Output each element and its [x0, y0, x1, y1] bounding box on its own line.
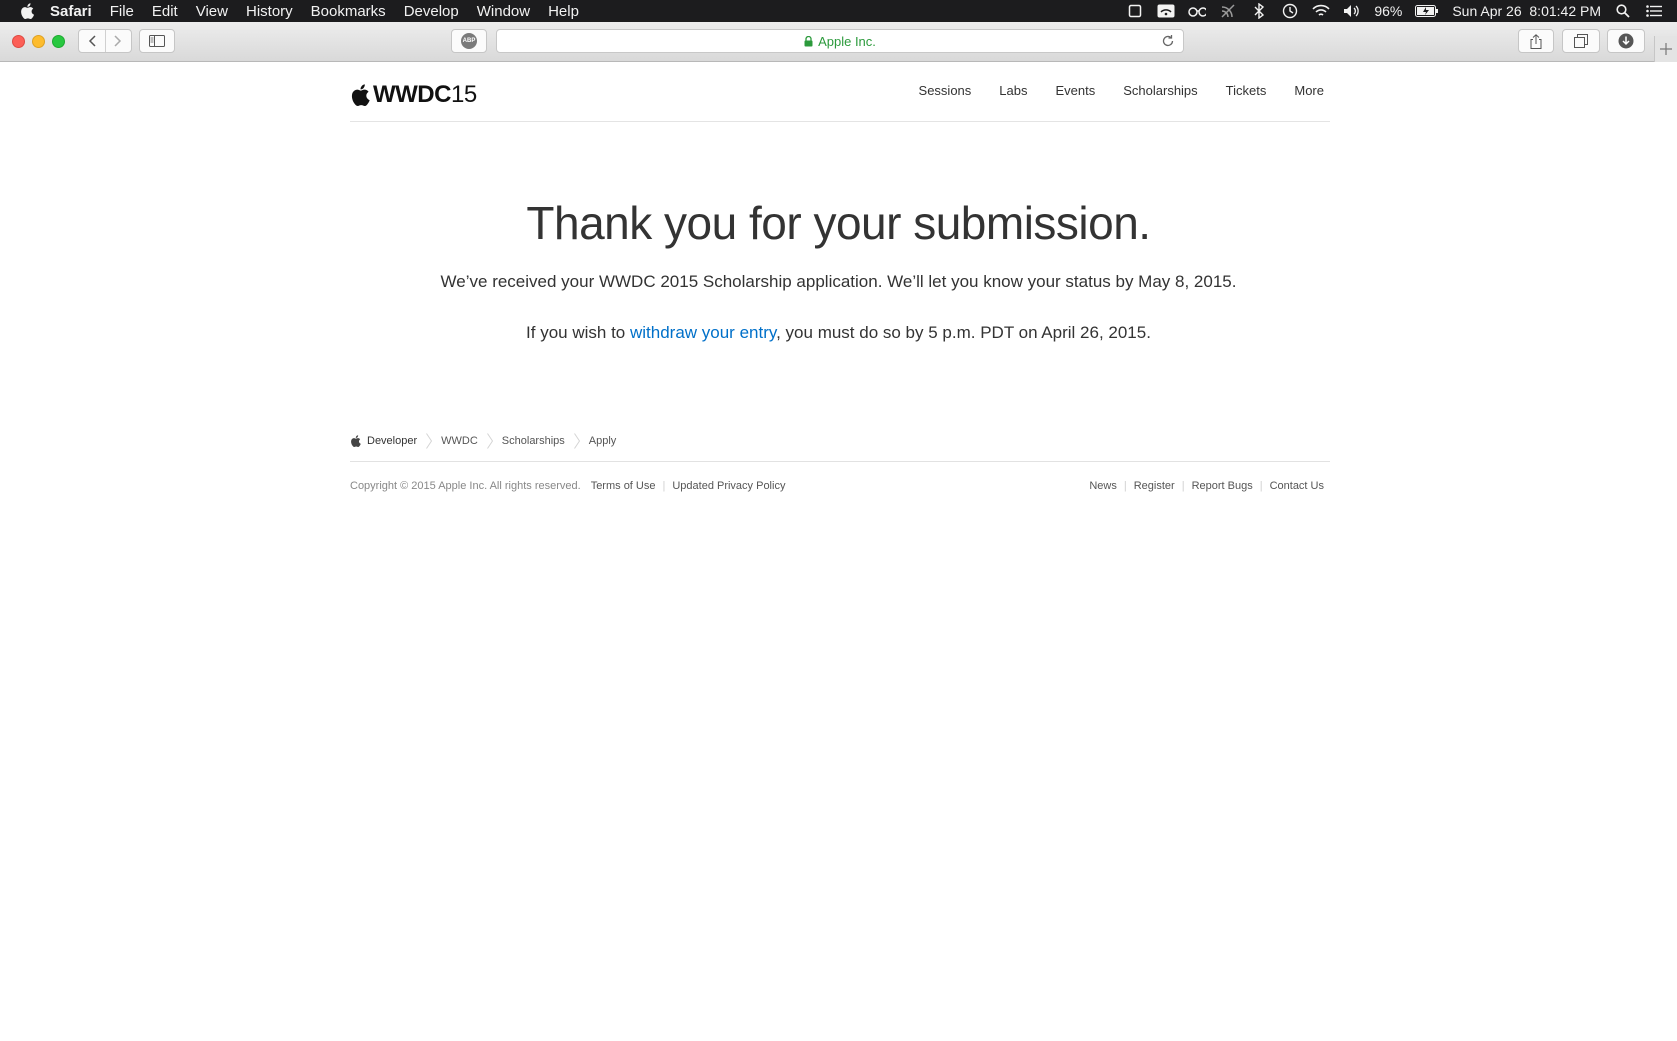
glasses-icon[interactable] — [1188, 3, 1207, 19]
new-tab-button[interactable] — [1654, 36, 1677, 62]
nav-scholarships[interactable]: Scholarships — [1123, 83, 1197, 98]
breadcrumb-developer[interactable]: Developer — [350, 435, 417, 447]
downloads-button[interactable] — [1607, 29, 1645, 53]
breadcrumb-label: Scholarships — [501, 434, 565, 447]
apple-logo-icon — [351, 84, 370, 106]
download-icon — [1618, 33, 1634, 49]
withdraw-text-after: , you must do so by 5 p.m. PDT on April … — [776, 323, 1151, 342]
sidebar-toggle-button[interactable] — [139, 29, 175, 53]
site-nav: Sessions Labs Events Scholarships Ticket… — [891, 83, 1324, 98]
breadcrumb: Developer WWDC Scholarships Apply — [350, 422, 1330, 462]
chevron-right-icon — [426, 432, 433, 449]
volume-icon[interactable] — [1343, 3, 1361, 19]
time-machine-icon[interactable] — [1281, 3, 1299, 19]
terms-of-use-link[interactable]: Terms of Use — [591, 480, 656, 492]
adblock-icon: ABP — [461, 33, 477, 49]
spotlight-search-icon[interactable] — [1614, 3, 1632, 19]
address-bar[interactable]: Apple Inc. — [496, 29, 1184, 53]
page-title: Thank you for your submission. — [526, 197, 1151, 249]
airdrop-icon[interactable] — [1219, 3, 1237, 19]
breadcrumb-label: Apply — [588, 434, 617, 447]
chevron-right-icon — [486, 432, 493, 449]
contact-us-link[interactable]: Contact Us — [1270, 480, 1324, 492]
news-link[interactable]: News — [1089, 480, 1117, 492]
menu-app-safari[interactable]: Safari — [50, 3, 92, 20]
menu-edit[interactable]: Edit — [152, 3, 178, 20]
wifi-sync-icon[interactable] — [1157, 3, 1175, 19]
breadcrumb-label: WWDC — [441, 434, 478, 447]
menu-window[interactable]: Window — [477, 3, 530, 20]
confirmation-message: We’ve received your WWDC 2015 Scholarshi… — [440, 272, 1237, 291]
withdraw-entry-link[interactable]: withdraw your entry — [630, 323, 776, 342]
nav-labs[interactable]: Labs — [999, 83, 1027, 98]
nav-tickets[interactable]: Tickets — [1226, 83, 1267, 98]
history-nav — [78, 29, 132, 53]
apple-menu-icon[interactable] — [16, 0, 38, 22]
chevron-right-icon — [114, 35, 122, 47]
breadcrumb-label: Developer — [367, 434, 418, 447]
reload-icon[interactable] — [1161, 34, 1175, 48]
back-button[interactable] — [79, 30, 105, 52]
withdraw-text-before: If you wish to — [526, 323, 630, 342]
divider: | — [1259, 480, 1263, 492]
register-link[interactable]: Register — [1134, 480, 1175, 492]
forward-button[interactable] — [104, 30, 132, 52]
battery-icon[interactable] — [1415, 3, 1439, 19]
share-icon — [1530, 33, 1542, 49]
chevron-right-icon — [573, 432, 580, 449]
address-text: Apple Inc. — [818, 33, 876, 49]
fullscreen-window-button[interactable] — [52, 35, 65, 48]
wwdc15-logo[interactable]: WWDC 15 — [350, 81, 477, 109]
tabs-icon — [1574, 34, 1588, 48]
notification-center-icon[interactable] — [1645, 3, 1663, 19]
browser-toolbar: ABP Apple Inc. — [0, 22, 1677, 62]
menu-bookmarks[interactable]: Bookmarks — [311, 3, 386, 20]
privacy-policy-link[interactable]: Updated Privacy Policy — [672, 480, 785, 492]
breadcrumb-wwdc[interactable]: WWDC — [441, 435, 478, 447]
chevron-left-icon — [88, 35, 96, 47]
share-button[interactable] — [1518, 29, 1554, 53]
nav-events[interactable]: Events — [1055, 83, 1095, 98]
divider: | — [1181, 480, 1185, 492]
nav-more[interactable]: More — [1294, 83, 1324, 98]
menu-history[interactable]: History — [246, 3, 293, 20]
status-area: 96% Sun Apr 26 8:01:42 PM — [1126, 0, 1663, 22]
nav-sessions[interactable]: Sessions — [919, 83, 972, 98]
adblock-extension-button[interactable]: ABP — [451, 29, 487, 53]
sidebar-icon — [149, 35, 165, 47]
logo-wordmark: WWDC — [373, 81, 451, 108]
breadcrumb-apply: Apply — [589, 435, 617, 447]
site-header: WWDC 15 Sessions Labs Events Scholarships… — [350, 62, 1330, 122]
breadcrumb-scholarships[interactable]: Scholarships — [502, 435, 565, 447]
menu-bar: Safari File Edit View History Bookmarks … — [0, 0, 1677, 22]
tabs-overview-button[interactable] — [1562, 29, 1600, 53]
apple-logo-icon — [351, 434, 361, 447]
copyright-text: Copyright © 2015 Apple Inc. All rights r… — [350, 480, 581, 492]
battery-percent: 96% — [1374, 3, 1403, 19]
bluetooth-icon[interactable] — [1250, 3, 1268, 19]
close-window-button[interactable] — [12, 35, 25, 48]
menu-view[interactable]: View — [196, 3, 228, 20]
report-bugs-link[interactable]: Report Bugs — [1192, 480, 1253, 492]
lock-icon — [804, 35, 813, 47]
plus-icon — [1660, 43, 1672, 55]
withdraw-message: If you wish to withdraw your entry, you … — [0, 323, 1677, 343]
logo-year: 15 — [450, 81, 477, 108]
menu-file[interactable]: File — [110, 3, 134, 20]
divider: | — [662, 480, 666, 492]
site-footer: Copyright © 2015 Apple Inc. All rights r… — [350, 476, 1330, 496]
menu-develop[interactable]: Develop — [404, 3, 459, 20]
menu-help[interactable]: Help — [548, 3, 579, 20]
square-icon[interactable] — [1126, 3, 1144, 19]
clock[interactable]: Sun Apr 26 8:01:42 PM — [1452, 3, 1601, 19]
minimize-window-button[interactable] — [32, 35, 45, 48]
divider: | — [1123, 480, 1127, 492]
wifi-icon[interactable] — [1312, 3, 1330, 19]
footer-links: News | Register | Report Bugs | Contact … — [1089, 476, 1324, 496]
